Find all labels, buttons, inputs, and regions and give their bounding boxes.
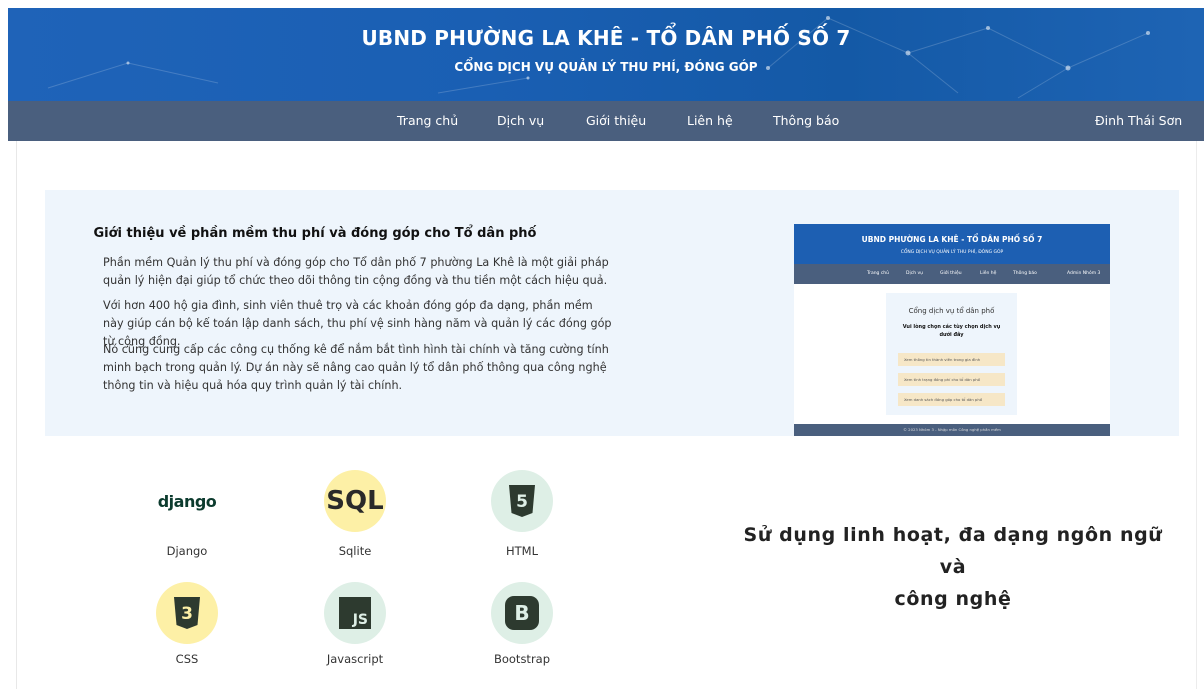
bootstrap-badge-text: B bbox=[514, 601, 530, 625]
preview-nav-item: Trang chủ bbox=[867, 271, 890, 276]
tech-item-javascript: JS Javascript bbox=[315, 582, 395, 666]
tech-item-django: django Django bbox=[147, 470, 227, 559]
tech-slogan: Sử dụng linh hoạt, đa dạng ngôn ngữ và c… bbox=[728, 519, 1178, 615]
js-badge-text: JS bbox=[352, 612, 368, 628]
preview-nav-item: Admin Nhóm 3 bbox=[1067, 271, 1101, 276]
html5-badge-text: 5 bbox=[516, 492, 528, 512]
js-icon: JS bbox=[324, 582, 386, 644]
nav-home[interactable]: Trang chủ bbox=[397, 101, 458, 141]
preview-nav-item: Giới thiệu bbox=[940, 271, 962, 276]
intro-section: Giới thiệu về phần mềm thu phí và đóng g… bbox=[45, 190, 1179, 436]
preview-card-title: Cổng dịch vụ tổ dân phố bbox=[908, 307, 995, 315]
content-border-right bbox=[1196, 141, 1197, 689]
tech-label: Sqlite bbox=[338, 544, 372, 558]
slogan-line: công nghệ bbox=[894, 588, 1012, 610]
tech-item-css: 3 CSS bbox=[147, 582, 227, 666]
preview-card-subtitle: Vui lòng chọn các tùy chọn dịch vụ dưới … bbox=[902, 324, 1001, 338]
preview-subtitle: CỔNG DỊCH VỤ QUẢN LÝ THU PHÍ, ĐÓNG GÓP bbox=[900, 250, 1004, 255]
main-navbar: Trang chủ Dịch vụ Giới thiệu Liên hệ Thô… bbox=[8, 101, 1204, 141]
preview-nav-item: Thông báo bbox=[1013, 271, 1037, 276]
sql-logo-icon: SQL bbox=[324, 470, 386, 532]
tech-item-bootstrap: B Bootstrap bbox=[482, 582, 562, 666]
preview-button: Xem tình trạng đóng phí cho tổ dân phố bbox=[898, 373, 1005, 386]
intro-paragraph: Nó cũng cung cấp các công cụ thống kê để… bbox=[103, 343, 609, 392]
tech-label: Bootstrap bbox=[493, 652, 551, 666]
user-account-link[interactable]: Đinh Thái Sơn bbox=[1095, 101, 1182, 141]
preview-button: Xem thông tin thành viên trong gia đình bbox=[898, 353, 1005, 366]
content-border-left bbox=[16, 141, 17, 689]
preview-button: Xem danh sách đóng góp cho tổ dân phố bbox=[898, 393, 1005, 406]
tech-label: CSS bbox=[175, 652, 199, 666]
preview-footer: © 2023 Nhóm 3 - Nhập môn Công nghệ phần … bbox=[794, 424, 1110, 436]
html5-icon: 5 bbox=[491, 470, 553, 532]
preview-title: UBND PHƯỜNG LA KHÊ - TỔ DÂN PHỐ SỐ 7 bbox=[861, 235, 1043, 244]
preview-banner: UBND PHƯỜNG LA KHÊ - TỔ DÂN PHỐ SỐ 7 CỔN… bbox=[794, 224, 1110, 264]
nav-services[interactable]: Dịch vụ bbox=[497, 101, 544, 141]
preview-nav-item: Liên hệ bbox=[980, 271, 997, 276]
site-banner: UBND PHƯỜNG LA KHÊ - TỔ DÂN PHỐ SỐ 7 CỔN… bbox=[8, 8, 1204, 101]
tech-label: Javascript bbox=[326, 652, 384, 666]
intro-paragraph: Phần mềm Quản lý thu phí và đóng góp cho… bbox=[103, 256, 609, 287]
site-title: UBND PHƯỜNG LA KHÊ - TỔ DÂN PHỐ SỐ 7 bbox=[361, 26, 851, 50]
site-subtitle: CỔNG DỊCH VỤ QUẢN LÝ THU PHÍ, ĐÓNG GÓP bbox=[454, 60, 758, 74]
tech-label: Django bbox=[166, 544, 208, 558]
banner-network-pattern bbox=[47, 16, 1150, 99]
css3-badge-text: 3 bbox=[181, 604, 193, 624]
tech-item-html: 5 HTML bbox=[482, 470, 562, 558]
tech-label: HTML bbox=[505, 544, 538, 558]
bootstrap-icon: B bbox=[491, 582, 553, 644]
nav-about[interactable]: Giới thiệu bbox=[586, 101, 646, 141]
tech-item-sqlite: SQL Sqlite bbox=[315, 470, 395, 558]
slogan-line: Sử dụng linh hoạt, đa dạng ngôn ngữ và bbox=[743, 524, 1163, 578]
django-wordmark: django bbox=[157, 491, 217, 511]
app-preview-image: UBND PHƯỜNG LA KHÊ - TỔ DÂN PHỐ SỐ 7 CỔN… bbox=[794, 224, 1110, 436]
nav-notifications[interactable]: Thông báo bbox=[773, 101, 839, 141]
preview-nav-item: Dịch vụ bbox=[906, 271, 923, 276]
sql-wordmark: SQL bbox=[326, 486, 384, 516]
preview-navbar: Trang chủ Dịch vụ Giới thiệu Liên hệ Thô… bbox=[794, 264, 1110, 284]
nav-contact[interactable]: Liên hệ bbox=[687, 101, 733, 141]
preview-service-card: Cổng dịch vụ tổ dân phố Vui lòng chọn cá… bbox=[886, 293, 1017, 415]
intro-heading: Giới thiệu về phần mềm thu phí và đóng g… bbox=[93, 226, 537, 241]
django-logo-icon: django bbox=[156, 470, 218, 532]
css3-icon: 3 bbox=[156, 582, 218, 644]
